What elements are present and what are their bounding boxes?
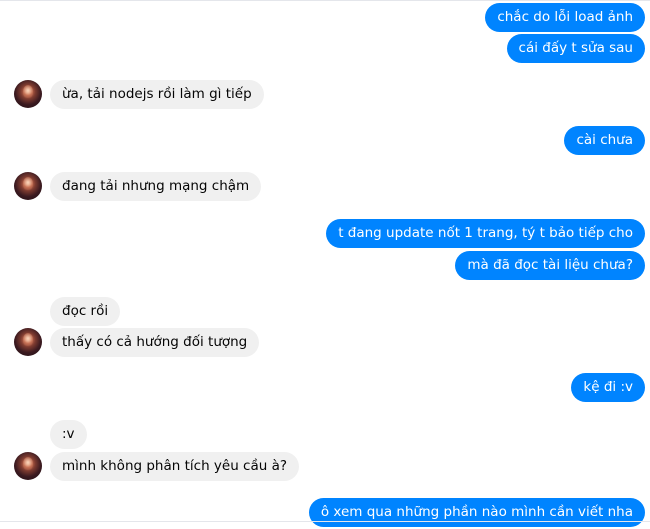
message-outgoing[interactable]: cái đấy t sửa sau xyxy=(506,34,645,63)
message-outgoing[interactable]: chắc do lỗi load ảnh xyxy=(485,3,645,32)
top-divider xyxy=(0,0,650,1)
contact-avatar[interactable] xyxy=(14,452,42,480)
message-incoming[interactable]: thấy có cả hướng đối tượng xyxy=(50,328,260,357)
message-incoming[interactable]: ừa, tải nodejs rồi làm gì tiếp xyxy=(50,80,264,109)
message-incoming[interactable]: mình không phân tích yêu cầu à? xyxy=(50,452,300,481)
message-outgoing[interactable]: cài chưa xyxy=(564,126,645,155)
message-outgoing[interactable]: t đang update nốt 1 trang, tý t bảo tiếp… xyxy=(326,219,645,248)
chat-message-list[interactable]: chắc do lỗi load ảnh cái đấy t sửa sau ừ… xyxy=(0,0,650,529)
message-outgoing[interactable]: ô xem qua những phần nào mình cần viết n… xyxy=(308,498,645,527)
message-incoming[interactable]: đọc rồi xyxy=(50,297,121,326)
message-outgoing[interactable]: kệ đi :v xyxy=(571,373,645,402)
message-outgoing[interactable]: mà đã đọc tài liệu chưa? xyxy=(455,251,645,280)
message-incoming[interactable]: :v xyxy=(50,420,87,449)
bottom-divider xyxy=(0,521,650,522)
contact-avatar[interactable] xyxy=(14,172,42,200)
contact-avatar[interactable] xyxy=(14,328,42,356)
message-incoming[interactable]: đang tải nhưng mạng chậm xyxy=(50,172,262,201)
contact-avatar[interactable] xyxy=(14,80,42,108)
